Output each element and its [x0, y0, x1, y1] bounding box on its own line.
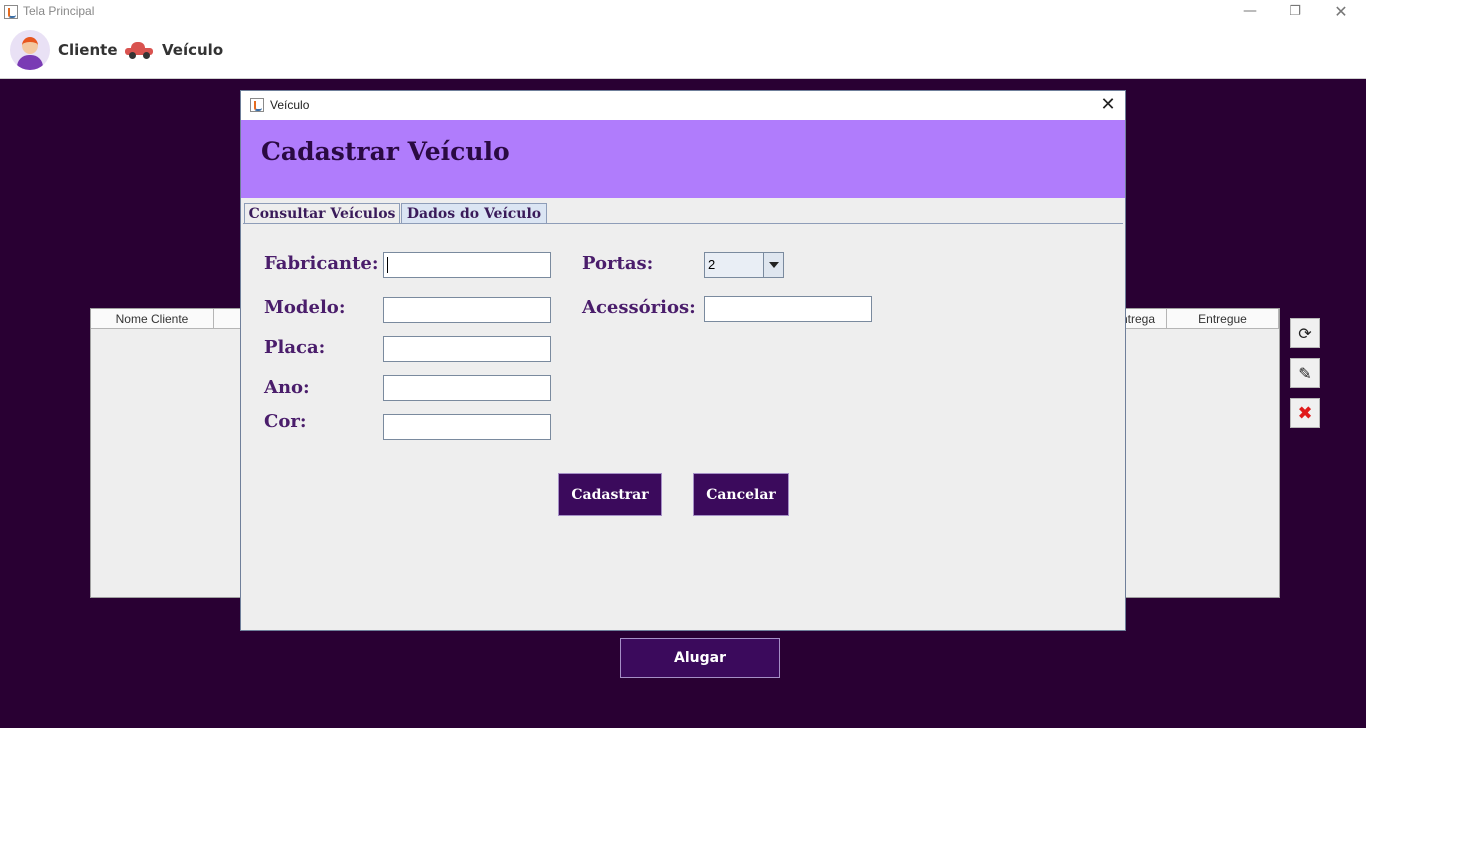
dialog-heading: Cadastrar Veículo: [261, 137, 510, 166]
modelo-input[interactable]: [383, 297, 551, 323]
refresh-button[interactable]: ⟳: [1290, 318, 1320, 348]
cor-input[interactable]: [383, 414, 551, 440]
cadastrar-button[interactable]: Cadastrar: [558, 473, 662, 516]
fabricante-label: Fabricante:: [264, 253, 379, 274]
cor-label: Cor:: [264, 411, 307, 432]
delete-icon: ✖: [1297, 402, 1313, 424]
java-app-icon: [250, 98, 264, 112]
text-caret: [387, 257, 388, 273]
portas-select[interactable]: 2: [704, 252, 784, 278]
minimize-button[interactable]: —: [1227, 0, 1273, 22]
acessorios-input[interactable]: [704, 296, 872, 322]
delete-button[interactable]: ✖: [1290, 398, 1320, 428]
edit-button[interactable]: ✎: [1290, 358, 1320, 388]
column-header-nome-cliente[interactable]: Nome Cliente: [91, 309, 214, 329]
main-window-titlebar: Tela Principal — ❐ ✕: [0, 0, 1366, 24]
modelo-label: Modelo:: [264, 297, 346, 318]
tab-dados-do-veiculo[interactable]: Dados do Veículo: [401, 203, 547, 224]
menu-veiculo-label: Veículo: [162, 41, 224, 59]
dialog-title: Veículo: [270, 98, 310, 112]
dialog-header-banner: Cadastrar Veículo: [241, 120, 1125, 198]
dialog-titlebar: Veículo ✕: [241, 91, 1125, 120]
dialog-close-button[interactable]: ✕: [1097, 94, 1119, 115]
tab-divider: [243, 223, 1123, 224]
cancelar-button[interactable]: Cancelar: [693, 473, 789, 516]
menu-cliente[interactable]: Cliente: [10, 30, 118, 70]
placa-input[interactable]: [383, 336, 551, 362]
placa-label: Placa:: [264, 337, 326, 358]
maximize-button[interactable]: ❐: [1272, 0, 1318, 22]
ano-input[interactable]: [383, 375, 551, 401]
main-window-title: Tela Principal: [23, 4, 95, 18]
edit-icon: ✎: [1298, 363, 1312, 383]
menu-cliente-label: Cliente: [58, 41, 118, 59]
car-icon: [124, 41, 154, 59]
refresh-icon: ⟳: [1298, 323, 1312, 343]
alugar-button[interactable]: Alugar: [620, 638, 780, 678]
tab-consultar-veiculos[interactable]: Consultar Veículos: [244, 203, 400, 224]
close-button[interactable]: ✕: [1318, 0, 1364, 22]
menu-bar: Cliente Veículo: [0, 24, 1366, 79]
vehicle-dialog: Veículo ✕ Cadastrar Veículo Consultar Ve…: [240, 90, 1126, 631]
ano-label: Ano:: [264, 377, 310, 398]
user-avatar-icon: [10, 30, 50, 70]
chevron-down-icon[interactable]: [763, 253, 783, 277]
acessorios-label: Acessórios:: [582, 297, 696, 318]
portas-label: Portas:: [582, 253, 654, 274]
java-app-icon: [4, 5, 18, 19]
portas-selected-value: 2: [708, 257, 716, 272]
column-header-entregue[interactable]: Entregue: [1167, 309, 1279, 329]
menu-veiculo[interactable]: Veículo: [124, 30, 223, 70]
fabricante-input[interactable]: [383, 252, 551, 278]
column-header-data-entrega[interactable]: ntrega: [1121, 309, 1167, 329]
